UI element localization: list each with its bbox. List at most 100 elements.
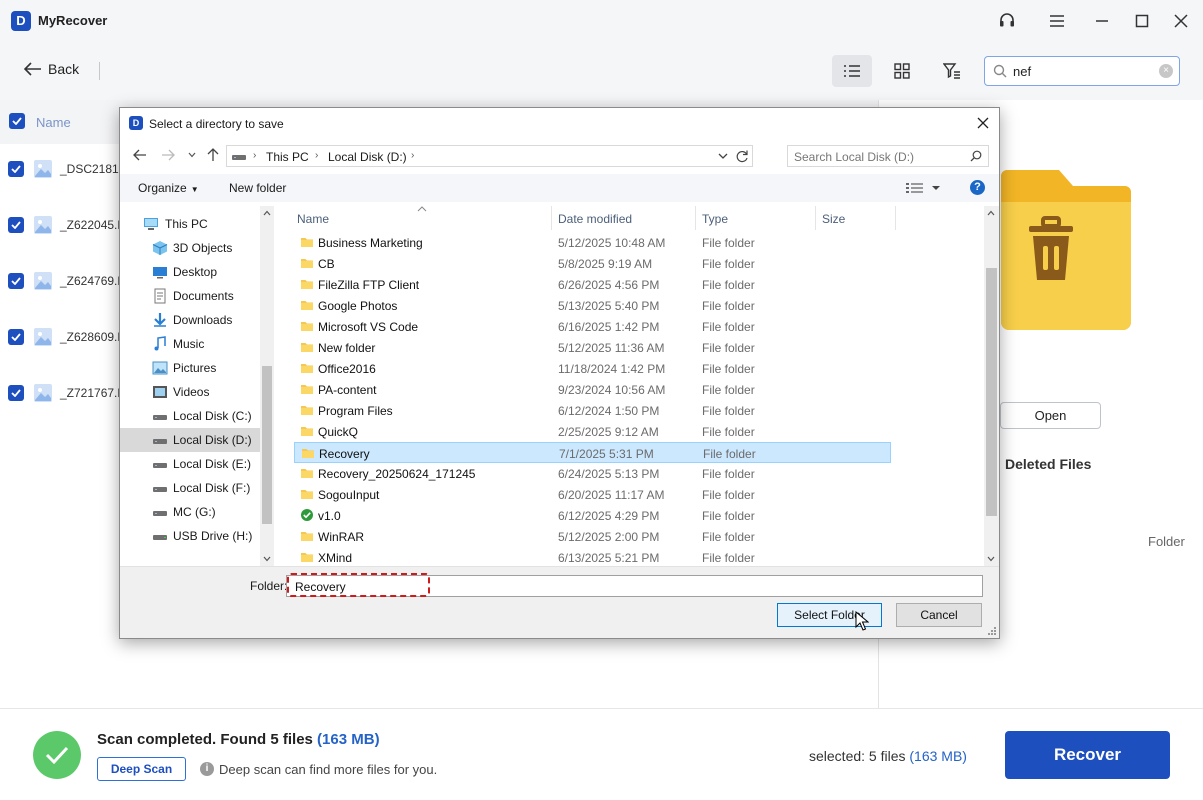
nav-item[interactable]: Local Disk (E:) (120, 452, 260, 476)
dialog-app-icon: D (129, 116, 143, 130)
folder-row[interactable]: Office2016 11/18/2024 1:42 PM File folder (294, 358, 891, 379)
file-checkbox[interactable] (8, 273, 24, 289)
nav-back-icon[interactable] (132, 147, 148, 163)
folder-row[interactable]: New folder 5/12/2025 11:36 AM File folder (294, 337, 891, 358)
new-folder-button[interactable]: New folder (229, 181, 286, 195)
breadcrumb-local-disk-d[interactable]: Local Disk (D:) (328, 150, 407, 164)
folder-row[interactable]: SogouInput 6/20/2025 11:17 AM File folder (294, 484, 891, 505)
address-bar[interactable]: › This PC › Local Disk (D:) › (226, 145, 753, 167)
dialog-close-icon[interactable] (975, 115, 991, 131)
folder-date: 11/18/2024 1:42 PM (558, 362, 666, 376)
minimize-icon[interactable] (1091, 10, 1113, 32)
back-button[interactable]: Back (24, 61, 79, 77)
folder-row[interactable]: v1.0 6/12/2025 4:29 PM File folder (294, 505, 891, 526)
nav-item[interactable]: Local Disk (C:) (120, 404, 260, 428)
search-box[interactable]: × (984, 56, 1180, 86)
nav-item-label: 3D Objects (173, 241, 233, 255)
dialog-search-box[interactable] (787, 145, 989, 167)
folder-name: QuickQ (318, 425, 359, 439)
deep-scan-button[interactable]: Deep Scan (97, 757, 186, 781)
nav-item[interactable]: Downloads (120, 308, 260, 332)
refresh-icon[interactable] (735, 149, 749, 163)
list-view-button[interactable] (832, 55, 872, 87)
nav-item-label: Desktop (173, 265, 218, 279)
recover-button[interactable]: Recover (1005, 731, 1170, 779)
folder-row[interactable]: XMind 6/13/2025 5:21 PM File folder (294, 547, 891, 566)
folder-row[interactable]: FileZilla FTP Client 6/26/2025 4:56 PM Fil… (294, 274, 891, 295)
nav-item[interactable]: 3D Objects (120, 236, 260, 260)
clear-search-icon[interactable]: × (1159, 64, 1173, 78)
file-checkbox[interactable] (8, 217, 24, 233)
folder-date: 6/24/2025 5:13 PM (558, 467, 660, 481)
folder-row[interactable]: WinRAR 5/12/2025 2:00 PM File folder (294, 526, 891, 547)
selected-summary: selected: 5 files (163 MB) (809, 748, 967, 764)
resize-grip-icon[interactable] (987, 626, 997, 636)
folder-row[interactable]: QuickQ 2/25/2025 9:12 AM File folder (294, 421, 891, 442)
file-checkbox[interactable] (8, 161, 24, 177)
grid-view-button[interactable] (882, 55, 922, 87)
folder-list-scrollbar[interactable] (984, 206, 999, 566)
navigation-pane: This PC 3D Objects Desktop Documents Downloa… (120, 206, 274, 566)
search-input[interactable] (1013, 62, 1153, 80)
folder-icon (300, 529, 314, 543)
folder-row[interactable]: Google Photos 5/13/2025 5:40 PM File folde… (294, 295, 891, 316)
file-checkbox[interactable] (8, 385, 24, 401)
nav-item[interactable]: Documents (120, 284, 260, 308)
cancel-button[interactable]: Cancel (896, 603, 982, 627)
column-header-name[interactable]: Name (291, 206, 551, 230)
close-icon[interactable] (1170, 10, 1192, 32)
filter-button[interactable] (932, 55, 972, 87)
view-options-icon[interactable] (906, 182, 942, 194)
folder-row[interactable]: PA-content 9/23/2024 10:56 AM File folder (294, 379, 891, 400)
address-dropdown-icon[interactable] (718, 150, 728, 162)
folder-icon (300, 340, 314, 354)
nav-item[interactable]: Pictures (120, 356, 260, 380)
headset-support-icon[interactable] (996, 10, 1018, 32)
help-icon[interactable]: ? (970, 180, 985, 195)
navigation-pane-scrollbar[interactable] (260, 206, 274, 566)
scrollbar-thumb[interactable] (986, 268, 997, 516)
nav-item[interactable]: MC (G:) (120, 500, 260, 524)
folder-icon (300, 361, 314, 375)
name-column-header[interactable]: Name (36, 115, 71, 130)
nav-item[interactable]: Videos (120, 380, 260, 404)
nav-item[interactable]: This PC (120, 212, 260, 236)
folder-row[interactable]: Business Marketing 5/12/2025 10:48 AM File… (294, 232, 891, 253)
drive-icon (152, 408, 168, 424)
column-header-type[interactable]: Type (696, 206, 815, 230)
nav-item-label: Videos (173, 385, 210, 399)
navigation-bar: › This PC › Local Disk (D:) › (120, 142, 999, 168)
folder-name: Business Marketing (318, 236, 423, 250)
folder-icon (301, 446, 315, 460)
folder-date: 6/20/2025 11:17 AM (558, 488, 665, 502)
nav-item[interactable]: Music (120, 332, 260, 356)
desktop-icon (152, 264, 168, 280)
column-header-size[interactable]: Size (816, 206, 895, 230)
nav-item[interactable]: USB Drive (H:) (120, 524, 260, 548)
folder-row[interactable]: CB 5/8/2025 9:19 AM File folder (294, 253, 891, 274)
folder-row[interactable]: Recovery 7/1/2025 5:31 PM File folder (294, 442, 891, 463)
recent-locations-chevron-icon[interactable] (184, 147, 200, 163)
organize-menu[interactable]: Organize ▼ (138, 181, 199, 195)
folder-row[interactable]: Microsoft VS Code 6/16/2025 1:42 PM File f… (294, 316, 891, 337)
file-checkbox[interactable] (8, 329, 24, 345)
nav-up-icon[interactable] (205, 147, 221, 163)
folder-date: 6/13/2025 5:21 PM (558, 551, 660, 565)
folder-row[interactable]: Program Files 6/12/2024 1:50 PM File folde… (294, 400, 891, 421)
nav-item[interactable]: Local Disk (D:) (120, 428, 260, 452)
nav-item[interactable]: Desktop (120, 260, 260, 284)
maximize-icon[interactable] (1131, 10, 1153, 32)
pictures-icon (152, 360, 168, 376)
folder-row[interactable]: Recovery_20250624_171245 6/24/2025 5:13 P… (294, 463, 891, 484)
scrollbar-thumb[interactable] (262, 366, 272, 524)
nav-item-label: Local Disk (D:) (173, 433, 252, 447)
pc-icon (143, 216, 159, 232)
select-all-checkbox[interactable] (9, 113, 25, 129)
dialog-search-input[interactable] (794, 149, 964, 164)
menu-icon[interactable] (1046, 10, 1068, 32)
breadcrumb-this-pc[interactable]: This PC (266, 150, 309, 164)
column-header-date[interactable]: Date modified (552, 206, 695, 230)
nav-forward-icon[interactable] (160, 147, 176, 163)
open-button[interactable]: Open (1000, 402, 1101, 429)
nav-item[interactable]: Local Disk (F:) (120, 476, 260, 500)
